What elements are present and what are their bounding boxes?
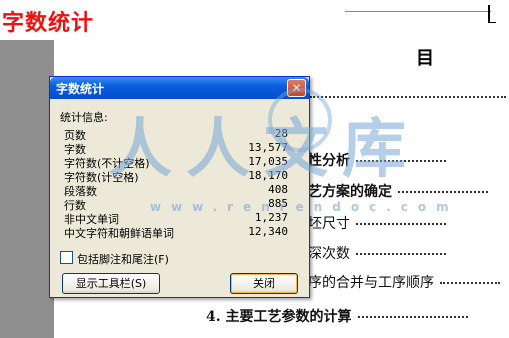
toc-entry[interactable]: 性分析 (308, 150, 446, 170)
toc-entry[interactable]: 艺方案的确定 (308, 181, 488, 201)
toc-leader (356, 253, 446, 255)
stat-row: 字符数(不计空格) 17,035 (64, 155, 288, 170)
toc-leader (356, 223, 446, 225)
toc-title: 目 (416, 48, 434, 69)
stats-label: 统计信息: (60, 111, 108, 124)
document-left-margin (0, 0, 54, 338)
include-footnotes-label[interactable]: 包括脚注和尾注(F) (77, 251, 169, 267)
toc-leader-dots (310, 96, 506, 98)
toc-leader (356, 160, 446, 162)
dialog-title: 字数统计 (56, 82, 105, 96)
toc-leader (440, 282, 500, 284)
stats-list: 页数 28 字数 13,577 字符数(不计空格) 17,035 字符数(计空格) 18… (64, 127, 288, 240)
toc-entry-text: 坯尺寸 (308, 216, 350, 232)
toc-entry[interactable]: 深次数 (308, 243, 446, 263)
overlay-caption: 字数统计 (2, 11, 95, 36)
close-button[interactable]: 关闭 (230, 273, 298, 294)
include-footnotes-checkbox[interactable] (60, 251, 73, 264)
toc-entry-text: 序的合并与工序顺序 (308, 275, 434, 291)
stat-value: 1,237 (254, 211, 288, 224)
toc-entry-text: 深次数 (308, 246, 350, 262)
stat-row: 页数 28 (64, 127, 288, 142)
stat-row: 字符数(计空格) 18,170 (64, 169, 288, 184)
stat-value: 885 (268, 197, 288, 210)
stat-value: 18,170 (248, 169, 288, 182)
toc-entry-text: 4. 主要工艺参数的计算 (206, 309, 352, 325)
toc-entry-text: 艺方案的确定 (308, 184, 392, 200)
toc-entry-text: 性分析 (308, 153, 350, 169)
stat-name: 中文字符和朝鲜语单词 (64, 227, 174, 240)
toc-entry[interactable]: 4. 主要工艺参数的计算 (206, 306, 468, 326)
toc-leader (398, 191, 488, 193)
stat-value: 408 (268, 183, 288, 196)
toc-entry[interactable]: 序的合并与工序顺序 (308, 272, 500, 292)
stat-row: 非中文单词 1,237 (64, 211, 288, 226)
stat-value: 12,340 (248, 225, 288, 238)
stat-value: 17,035 (248, 155, 288, 168)
stat-row: 字数 13,577 (64, 141, 288, 156)
toc-entry[interactable]: 坯尺寸 (308, 213, 446, 233)
watermark-logo-ring (268, 88, 332, 152)
toc-leader (357, 316, 468, 318)
text-cursor (488, 5, 490, 23)
stat-row: 段落数 408 (64, 183, 288, 198)
stat-row: 中文字符和朝鲜语单词 12,340 (64, 225, 288, 240)
text-cursor-foot (488, 22, 496, 23)
show-toolbar-button[interactable]: 显示工具栏(S) (62, 273, 160, 294)
header-rule (345, 11, 491, 12)
dialog-titlebar[interactable]: 字数统计 ✕ (50, 77, 309, 99)
stat-row: 行数 885 (64, 197, 288, 212)
